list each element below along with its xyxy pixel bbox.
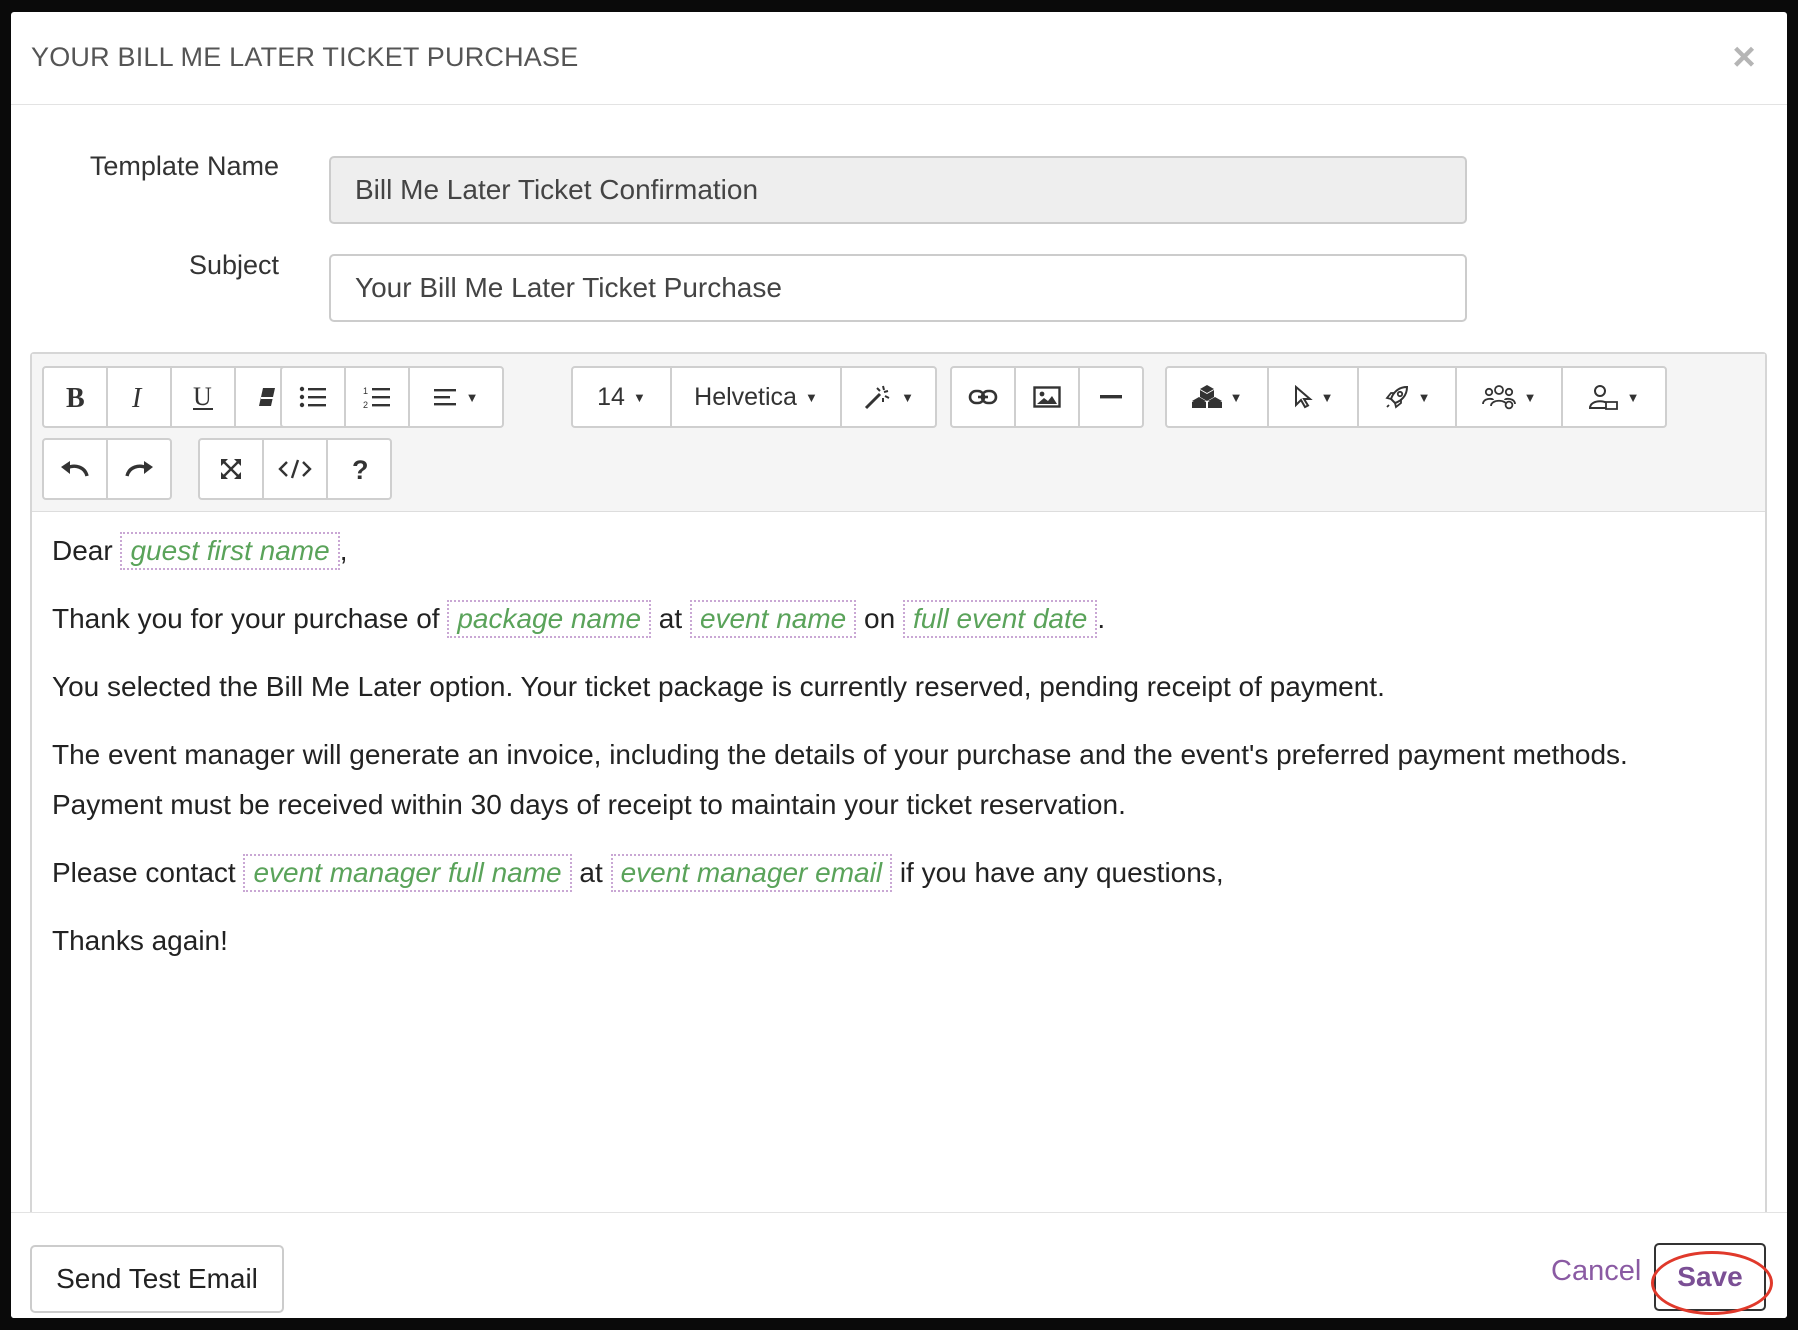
underline-icon[interactable]: U	[170, 366, 236, 428]
chevron-down-icon: ▼	[1320, 389, 1334, 405]
chevron-down-icon: ▼	[465, 389, 479, 405]
background-page-strip	[60, 0, 1760, 8]
text: Please contact	[52, 857, 236, 888]
chevron-down-icon: ▼	[1523, 389, 1537, 405]
screen-frame: YOUR BILL ME LATER TICKET PURCHASE × Tem…	[0, 0, 1798, 1330]
text: on	[864, 603, 896, 634]
option-line: You selected the Bill Me Later option. Y…	[52, 671, 1385, 702]
merge-tag[interactable]: event manager email	[610, 854, 893, 892]
template-name-label: Template Name	[89, 151, 279, 181]
text: at	[658, 603, 683, 634]
align-icon	[433, 389, 456, 406]
rocket-dropdown[interactable]: ▼	[1357, 366, 1457, 428]
blocks-icon	[1191, 385, 1222, 408]
style-button-group: B I U	[42, 366, 300, 428]
svg-text:?: ?	[352, 456, 368, 482]
blocks-dropdown[interactable]: ▼	[1165, 366, 1269, 428]
modal-footer: Send Test Email Cancel Save	[11, 1212, 1787, 1318]
group-icon	[1481, 385, 1516, 410]
text: if you have any questions,	[899, 857, 1224, 888]
chevron-down-icon: ▼	[1417, 389, 1431, 405]
image-icon[interactable]	[1014, 366, 1080, 428]
text: Dear	[52, 535, 113, 566]
numbered-list-icon[interactable]: 12	[344, 366, 410, 428]
payment-line: Payment must be received within 30 days …	[52, 789, 1126, 820]
redo-icon[interactable]	[106, 438, 172, 500]
modal-header: YOUR BILL ME LATER TICKET PURCHASE ×	[11, 12, 1787, 105]
chevron-down-icon: ▼	[804, 389, 818, 405]
text: Thank you for your purchase of	[52, 603, 440, 634]
undo-icon[interactable]	[42, 438, 108, 500]
svg-text:U: U	[193, 383, 212, 411]
text: .	[1097, 603, 1106, 634]
link-icon[interactable]	[950, 366, 1016, 428]
svg-text:B: B	[66, 384, 85, 410]
svg-text:2: 2	[363, 400, 368, 409]
rich-text-editor: B I U 12 ▼ 14 ▼ Helvetica ▼ ▼ ▼ ▼ ▼ ▼ ▼ …	[30, 352, 1767, 1312]
help-icon[interactable]: ?	[326, 438, 392, 500]
template-name-field: Bill Me Later Ticket Confirmation	[329, 156, 1467, 224]
svg-text:1: 1	[363, 386, 368, 396]
bold-icon[interactable]: B	[42, 366, 108, 428]
closing-line: Thanks again!	[52, 925, 228, 956]
code-view-icon[interactable]	[262, 438, 328, 500]
greeting-line: Dear guest first name,	[52, 526, 1745, 576]
group-dropdown[interactable]: ▼	[1455, 366, 1563, 428]
subject-input[interactable]: Your Bill Me Later Ticket Purchase	[329, 254, 1467, 322]
text: at	[579, 857, 603, 888]
editor-content[interactable]: Dear guest first name, Thank you for you…	[32, 512, 1765, 966]
merge-tag[interactable]: guest first name	[120, 532, 340, 570]
chevron-down-icon: ▼	[632, 389, 646, 405]
user-dropdown[interactable]: ▼	[1561, 366, 1667, 428]
modal-title: YOUR BILL ME LATER TICKET PURCHASE	[31, 42, 579, 72]
cursor-dropdown[interactable]: ▼	[1267, 366, 1359, 428]
text: ,	[339, 535, 348, 566]
insert-button-group	[950, 366, 1144, 428]
magic-wand-icon	[865, 385, 890, 410]
cursor-icon	[1294, 385, 1313, 409]
highlight-circle	[1651, 1251, 1773, 1315]
list-button-group: 12 ▼	[280, 366, 504, 428]
font-size-dropdown[interactable]: 14 ▼	[571, 366, 672, 428]
rocket-icon	[1384, 385, 1408, 409]
email-template-modal: YOUR BILL ME LATER TICKET PURCHASE × Tem…	[11, 12, 1787, 1318]
invoice-line: The event manager will generate an invoi…	[52, 739, 1628, 770]
close-icon[interactable]: ×	[1727, 37, 1761, 77]
fullscreen-icon[interactable]	[198, 438, 264, 500]
bullet-list-icon[interactable]	[280, 366, 346, 428]
chevron-down-icon: ▼	[1229, 389, 1243, 405]
chevron-down-icon: ▼	[901, 389, 914, 405]
font-family-value: Helvetica	[694, 382, 797, 411]
view-button-group: ?	[198, 438, 392, 500]
cancel-button[interactable]: Cancel	[1551, 1255, 1641, 1288]
merge-tag[interactable]: event manager full name	[243, 854, 572, 892]
merge-tag[interactable]: package name	[447, 600, 652, 638]
subject-label: Subject	[188, 250, 279, 280]
italic-icon[interactable]: I	[106, 366, 172, 428]
merge-tag[interactable]: event name	[689, 600, 857, 638]
horizontal-rule-icon[interactable]	[1078, 366, 1144, 428]
history-button-group	[42, 438, 172, 500]
font-family-dropdown[interactable]: Helvetica ▼	[670, 366, 842, 428]
svg-text:I: I	[131, 384, 143, 410]
font-size-value: 14	[597, 382, 625, 411]
font-button-group: 14 ▼ Helvetica ▼ ▼	[571, 366, 937, 428]
contact-line: Please contact event manager full name a…	[52, 848, 1745, 898]
thanks-line: Thank you for your purchase of package n…	[52, 594, 1745, 644]
magic-wand-dropdown[interactable]: ▼	[840, 366, 937, 428]
merge-tag[interactable]: full event date	[902, 600, 1098, 638]
send-test-email-button[interactable]: Send Test Email	[30, 1245, 284, 1313]
plugin-button-group: ▼ ▼ ▼ ▼ ▼	[1165, 366, 1667, 428]
align-dropdown[interactable]: ▼	[408, 366, 504, 428]
chevron-down-icon: ▼	[1626, 389, 1640, 405]
user-icon	[1588, 385, 1618, 410]
editor-toolbar: B I U 12 ▼ 14 ▼ Helvetica ▼ ▼ ▼ ▼ ▼ ▼ ▼ …	[32, 354, 1765, 512]
